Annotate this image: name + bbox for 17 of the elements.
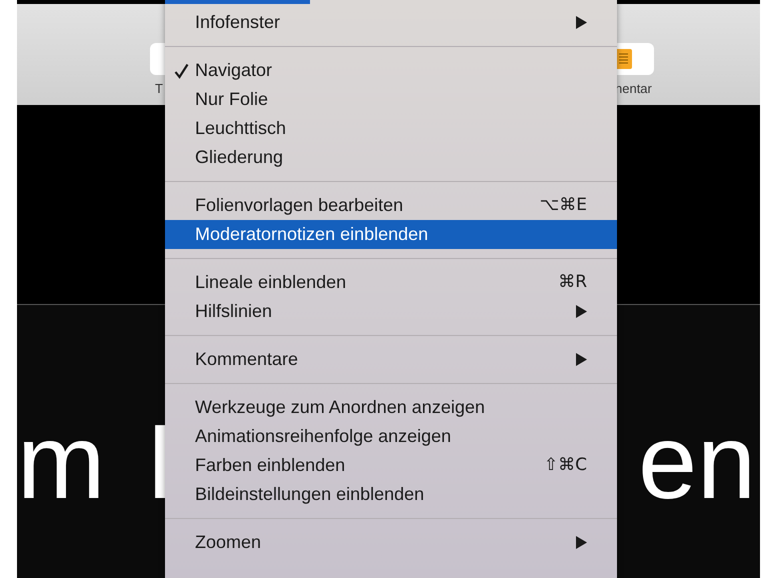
menu-item[interactable]: Gliederung xyxy=(165,143,617,172)
menu-item[interactable]: Kommentare xyxy=(165,345,617,374)
menu-item[interactable]: Leuchttisch xyxy=(165,114,617,143)
shortcut-label: ⇧⌘C xyxy=(544,454,587,477)
menu-item[interactable]: Zoomen xyxy=(165,528,617,557)
menu-item[interactable]: Infofenster xyxy=(165,8,617,37)
slide-text: m xyxy=(17,409,106,515)
shortcut-label: ⌥⌘E xyxy=(540,194,587,217)
shortcut-label: ⌘R xyxy=(558,270,587,294)
menu-item[interactable]: Hilfslinien xyxy=(165,297,617,326)
menu-item[interactable]: Moderatornotizen einblenden xyxy=(165,220,617,249)
toolbar-label: T xyxy=(154,81,164,97)
slide-text: en xyxy=(638,409,756,515)
menu-item[interactable]: Nur Folie xyxy=(165,85,617,114)
menu-item[interactable]: Lineale einblenden ⌘R xyxy=(165,268,617,297)
menu-item[interactable]: Navigator xyxy=(165,56,617,85)
menu-item[interactable]: Folienvorlagen bearbeiten ⌥⌘E xyxy=(165,191,617,220)
